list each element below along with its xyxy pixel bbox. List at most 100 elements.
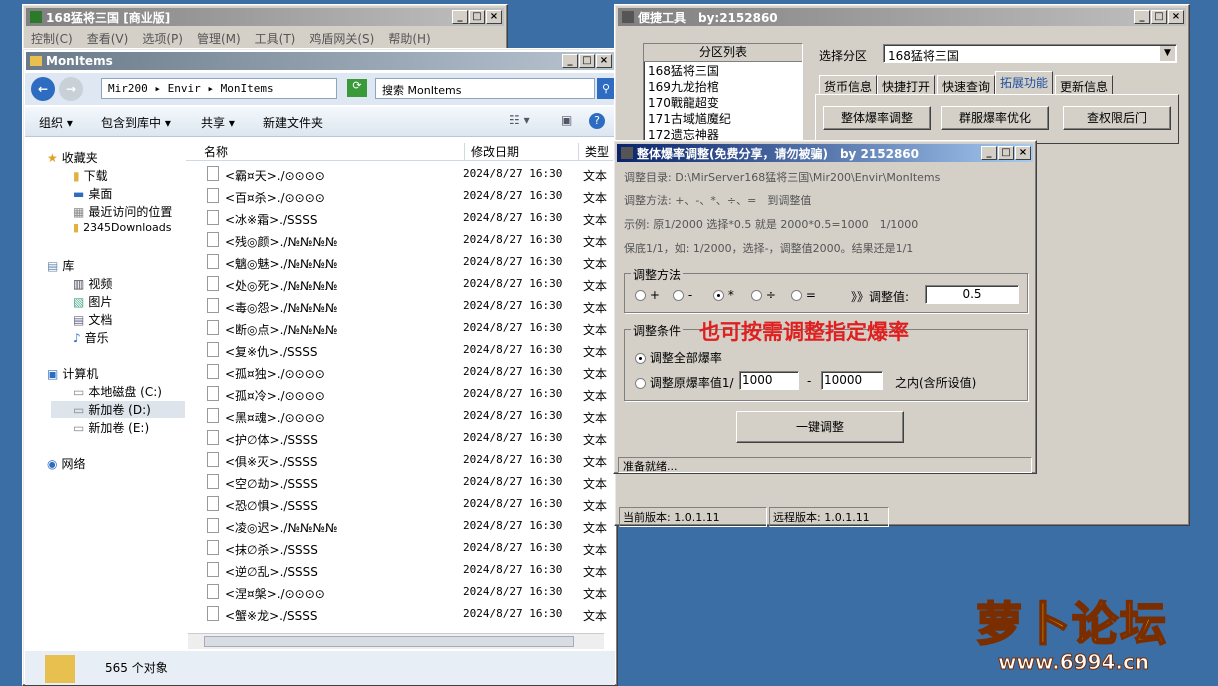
range-from-input[interactable]: 1000	[739, 371, 799, 390]
main-window-title: 168猛将三国 [商业版]	[46, 10, 171, 25]
table-row[interactable]: <霸¤天>./⊙⊙⊙⊙ 2024/8/27 16:30 文本	[203, 163, 613, 185]
table-row[interactable]: <魑◎魅>./№№№№ 2024/8/27 16:30 文本	[203, 251, 613, 273]
tool-close-button[interactable]: ×	[1168, 10, 1184, 24]
file-type: 文本	[583, 455, 608, 469]
file-name: <黑¤魂>./⊙⊙⊙⊙	[225, 411, 325, 425]
table-row[interactable]: <护∅体>./SSSS 2024/8/27 16:30 文本	[203, 427, 613, 449]
tool-titlebar[interactable]: 便捷工具 by:2152860 _ □ ×	[618, 8, 1186, 26]
table-row[interactable]: <黑¤魂>./⊙⊙⊙⊙ 2024/8/27 16:30 文本	[203, 405, 613, 427]
file-name: <冰※霜>./SSSS	[225, 213, 318, 227]
chevron-down-icon[interactable]: ▼	[1160, 46, 1175, 61]
table-row[interactable]: <俱※灭>./SSSS 2024/8/27 16:30 文本	[203, 449, 613, 471]
table-row[interactable]: <断◎点>./№№№№ 2024/8/27 16:30 文本	[203, 317, 613, 339]
file-name: <抹∅杀>./SSSS	[225, 543, 318, 557]
menu-help[interactable]: 帮助(H)	[388, 30, 430, 47]
file-list: <霸¤天>./⊙⊙⊙⊙ 2024/8/27 16:30 文本 <百¤杀>./⊙⊙⊙⊙ 2…	[23, 49, 617, 639]
tab-updates[interactable]: 更新信息	[1055, 75, 1114, 95]
file-type: 文本	[583, 257, 608, 271]
file-icon	[207, 474, 219, 489]
file-icon	[207, 254, 219, 269]
status-bar: 565 个对象	[25, 651, 615, 685]
file-type: 文本	[583, 279, 608, 293]
table-row[interactable]: <逆∅乱>./SSSS 2024/8/27 16:30 文本	[203, 559, 613, 581]
partition-list[interactable]: 分区列表 168猛将三国 169九龙抬棺 170戰龍超变 171古域馗魔纪 17…	[643, 43, 803, 143]
table-row[interactable]: <孤¤冷>./⊙⊙⊙⊙ 2024/8/27 16:30 文本	[203, 383, 613, 405]
cond-all-radio[interactable]: 调整全部爆率	[635, 349, 722, 366]
dialog-maximize-button[interactable]: □	[998, 146, 1014, 160]
file-icon	[207, 386, 219, 401]
table-row[interactable]: <凌◎迟>./№№№№ 2024/8/27 16:30 文本	[203, 515, 613, 537]
op-minus-radio[interactable]: -	[673, 288, 692, 302]
table-row[interactable]: <抹∅杀>./SSSS 2024/8/27 16:30 文本	[203, 537, 613, 559]
maximize-button[interactable]: □	[469, 10, 485, 24]
menu-control[interactable]: 控制(C)	[31, 30, 73, 47]
file-type: 文本	[583, 169, 608, 183]
tool-maximize-button[interactable]: □	[1151, 10, 1167, 24]
group-rate-button[interactable]: 群服爆率优化	[941, 106, 1049, 130]
op-multiply-radio[interactable]: *	[713, 288, 734, 302]
tab-currency[interactable]: 货币信息	[819, 75, 878, 95]
cond-range-radio[interactable]: 调整原爆率值1/	[635, 374, 734, 391]
file-icon	[207, 408, 219, 423]
menu-options[interactable]: 选项(P)	[142, 30, 183, 47]
file-name: <护∅体>./SSSS	[225, 433, 318, 447]
tool-minimize-button[interactable]: _	[1134, 10, 1150, 24]
table-row[interactable]: <空∅劫>./SSSS 2024/8/27 16:30 文本	[203, 471, 613, 493]
partition-item[interactable]: 169九龙抬棺	[644, 78, 802, 94]
file-icon	[207, 188, 219, 203]
file-icon	[207, 166, 219, 181]
table-row[interactable]: <孤¤独>./⊙⊙⊙⊙ 2024/8/27 16:30 文本	[203, 361, 613, 383]
main-window-titlebar[interactable]: 168猛将三国 [商业版] _ □ ×	[26, 8, 504, 26]
file-type: 文本	[583, 345, 608, 359]
range-to-input[interactable]: 10000	[821, 371, 883, 390]
partition-item[interactable]: 170戰龍超变	[644, 94, 802, 110]
file-date: 2024/8/27 16:30	[463, 211, 563, 224]
method-group: 调整方法 + - * ÷ = 》》调整值: 0.5	[624, 266, 1028, 313]
menu-tools[interactable]: 工具(T)	[255, 30, 296, 47]
file-icon	[207, 496, 219, 511]
tab-extensions[interactable]: 拓展功能	[995, 71, 1054, 95]
file-icon	[207, 430, 219, 445]
partition-select[interactable]: 168猛将三国 ▼	[883, 44, 1177, 63]
file-date: 2024/8/27 16:30	[463, 321, 563, 334]
scroll-thumb[interactable]	[204, 636, 574, 647]
horizontal-scrollbar[interactable]	[188, 633, 604, 649]
op-plus-radio[interactable]: +	[635, 288, 660, 302]
table-row[interactable]: <毒◎怨>./№№№№ 2024/8/27 16:30 文本	[203, 295, 613, 317]
table-row[interactable]: <冰※霜>./SSSS 2024/8/27 16:30 文本	[203, 207, 613, 229]
dialog-minimize-button[interactable]: _	[981, 146, 997, 160]
file-name: <魑◎魅>./№№№№	[225, 257, 338, 271]
partition-item[interactable]: 171古域馗魔纪	[644, 110, 802, 126]
minimize-button[interactable]: _	[452, 10, 468, 24]
tab-quick-query[interactable]: 快速查询	[937, 75, 996, 95]
menu-view[interactable]: 查看(V)	[87, 30, 129, 47]
partition-list-header[interactable]: 分区列表	[644, 44, 802, 62]
op-equals-radio[interactable]: =	[791, 288, 816, 302]
select-partition-label: 选择分区	[819, 49, 868, 63]
op-divide-radio[interactable]: ÷	[751, 288, 776, 302]
close-button[interactable]: ×	[486, 10, 502, 24]
menu-manage[interactable]: 管理(M)	[197, 30, 241, 47]
table-row[interactable]: <处◎死>./№№№№ 2024/8/27 16:30 文本	[203, 273, 613, 295]
dialog-note: 保底1/1，如: 1/2000，选择-，调整值2000。结果还是1/1	[624, 242, 914, 255]
overall-rate-button[interactable]: 整体爆率调整	[823, 106, 931, 130]
value-input[interactable]: 0.5	[925, 285, 1019, 304]
file-name: <毒◎怨>./№№№№	[225, 301, 338, 315]
dialog-titlebar[interactable]: 整体爆率调整(免费分享，请勿被骗) by 2152860 _ □ ×	[617, 144, 1033, 162]
apply-button[interactable]: 一键调整	[736, 411, 904, 443]
range-suffix: 之内(含所设值)	[895, 376, 977, 390]
file-date: 2024/8/27 16:30	[463, 453, 563, 466]
table-row[interactable]: <复※仇>./SSSS 2024/8/27 16:30 文本	[203, 339, 613, 361]
dialog-close-button[interactable]: ×	[1015, 146, 1031, 160]
table-row[interactable]: <恐∅惧>./SSSS 2024/8/27 16:30 文本	[203, 493, 613, 515]
tab-quick-open[interactable]: 快捷打开	[877, 75, 936, 95]
menu-gateway[interactable]: 鸡盾网关(S)	[309, 30, 374, 47]
check-backdoor-button[interactable]: 查权限后门	[1063, 106, 1171, 130]
table-row[interactable]: <残◎颜>./№№№№ 2024/8/27 16:30 文本	[203, 229, 613, 251]
partition-item[interactable]: 168猛将三国	[644, 62, 802, 78]
file-type: 文本	[583, 367, 608, 381]
table-row[interactable]: <涅¤槃>./⊙⊙⊙⊙ 2024/8/27 16:30 文本	[203, 581, 613, 603]
file-date: 2024/8/27 16:30	[463, 233, 563, 246]
table-row[interactable]: <蟹※龙>./SSSS 2024/8/27 16:30 文本	[203, 603, 613, 625]
table-row[interactable]: <百¤杀>./⊙⊙⊙⊙ 2024/8/27 16:30 文本	[203, 185, 613, 207]
